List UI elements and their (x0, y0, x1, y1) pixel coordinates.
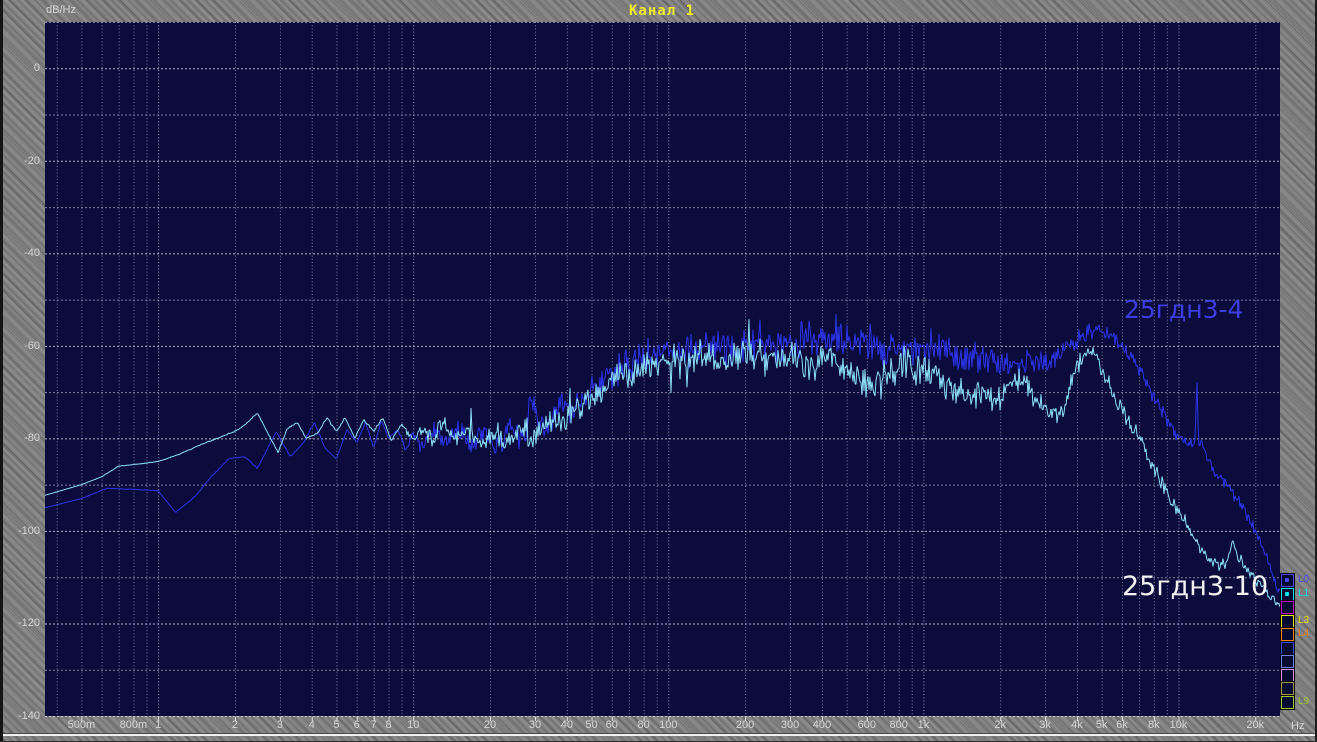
legend-check-dot (1285, 578, 1289, 582)
legend-checkbox[interactable] (1280, 640, 1295, 656)
x-tick-label: 20 (483, 719, 497, 731)
legend-checkbox[interactable] (1280, 694, 1295, 710)
legend-checkbox[interactable] (1280, 681, 1295, 696)
x-tick-label: 800m (119, 719, 148, 731)
x-tick-label: 500m (67, 719, 96, 731)
y-axis-unit-label: dB/Hz (46, 4, 76, 16)
x-tick-label: 4 (308, 719, 315, 731)
x-tick-label: 1 (155, 719, 162, 731)
x-tick-label: 2 (231, 719, 239, 731)
x-tick-label: 8k (1147, 719, 1160, 731)
plot-canvas[interactable] (0, 0, 1317, 742)
x-tick-label: 1k (917, 719, 930, 731)
legend-label[interactable]: L4 (1298, 628, 1309, 640)
legend-checkbox[interactable] (1280, 600, 1295, 615)
x-tick-label: 30 (528, 719, 542, 731)
x-tick-label: 8 (385, 719, 392, 731)
legend-check-dot (1285, 591, 1289, 596)
x-axis-unit-label: Hz (1291, 720, 1305, 732)
chart-title: Канал 1 (628, 3, 696, 19)
y-tick-label: 0 (33, 62, 40, 75)
x-tick-label: 3k (1039, 719, 1051, 731)
x-tick-label: 3 (276, 719, 283, 731)
trace-annotation: 25гдн3-4 (1124, 295, 1244, 324)
legend-checkbox[interactable] (1280, 627, 1295, 642)
x-tick-label: 6k (1116, 719, 1128, 731)
x-tick-label: 80 (637, 719, 650, 731)
window-left-edge (0, 0, 3, 742)
x-tick-label: 5k (1095, 719, 1108, 731)
legend-checkbox[interactable] (1280, 573, 1295, 588)
x-tick-label: 10k (1169, 719, 1188, 731)
x-tick-label: 600 (857, 719, 876, 731)
legend-checkbox[interactable] (1280, 654, 1295, 669)
y-tick-label: -120 (17, 617, 40, 630)
legend-label[interactable]: L1 (1298, 588, 1309, 600)
x-tick-label: 7 (370, 719, 377, 731)
legend-label[interactable]: L9 (1298, 696, 1309, 708)
x-tick-label: 5 (333, 719, 340, 731)
x-tick-label: 2k (994, 719, 1006, 731)
legend-label[interactable]: L0 (1298, 574, 1309, 586)
legend-checkbox[interactable] (1280, 586, 1295, 602)
x-tick-label: 20k (1246, 719, 1265, 731)
plot-area[interactable] (45, 22, 1280, 716)
x-tick-label: 400 (812, 719, 832, 731)
y-tick-label: -20 (24, 154, 40, 167)
y-tick-label: -80 (24, 432, 40, 445)
y-tick-label: -100 (17, 524, 40, 537)
x-tick-label: 10 (407, 719, 420, 731)
y-tick-label: -140 (17, 710, 40, 722)
spectrum-analyzer-window: dB/Hz Канал 1 Hz 0 -20 -40 -60 -80 -100 -120 -1… (0, 0, 1317, 742)
x-tick-label: 100 (659, 719, 678, 731)
x-tick-label: 60 (605, 719, 618, 731)
y-tick-label: -40 (24, 247, 40, 260)
legend-checkbox[interactable] (1280, 667, 1295, 683)
bottom-groove-line (0, 733, 1317, 736)
legend-label[interactable]: L3 (1298, 615, 1309, 627)
x-tick-label: 40 (560, 719, 573, 731)
x-tick-label: 6 (353, 719, 360, 731)
legend-checkbox[interactable] (1280, 613, 1295, 629)
x-tick-label: 200 (735, 719, 755, 731)
y-tick-label: -60 (24, 339, 40, 352)
x-tick-label: 4k (1071, 719, 1083, 731)
x-tick-label: 300 (780, 719, 800, 731)
x-tick-label: 800 (889, 719, 908, 731)
x-tick-label: 50 (585, 719, 598, 731)
trace-annotation: 25гдн3-10 (1122, 571, 1269, 602)
